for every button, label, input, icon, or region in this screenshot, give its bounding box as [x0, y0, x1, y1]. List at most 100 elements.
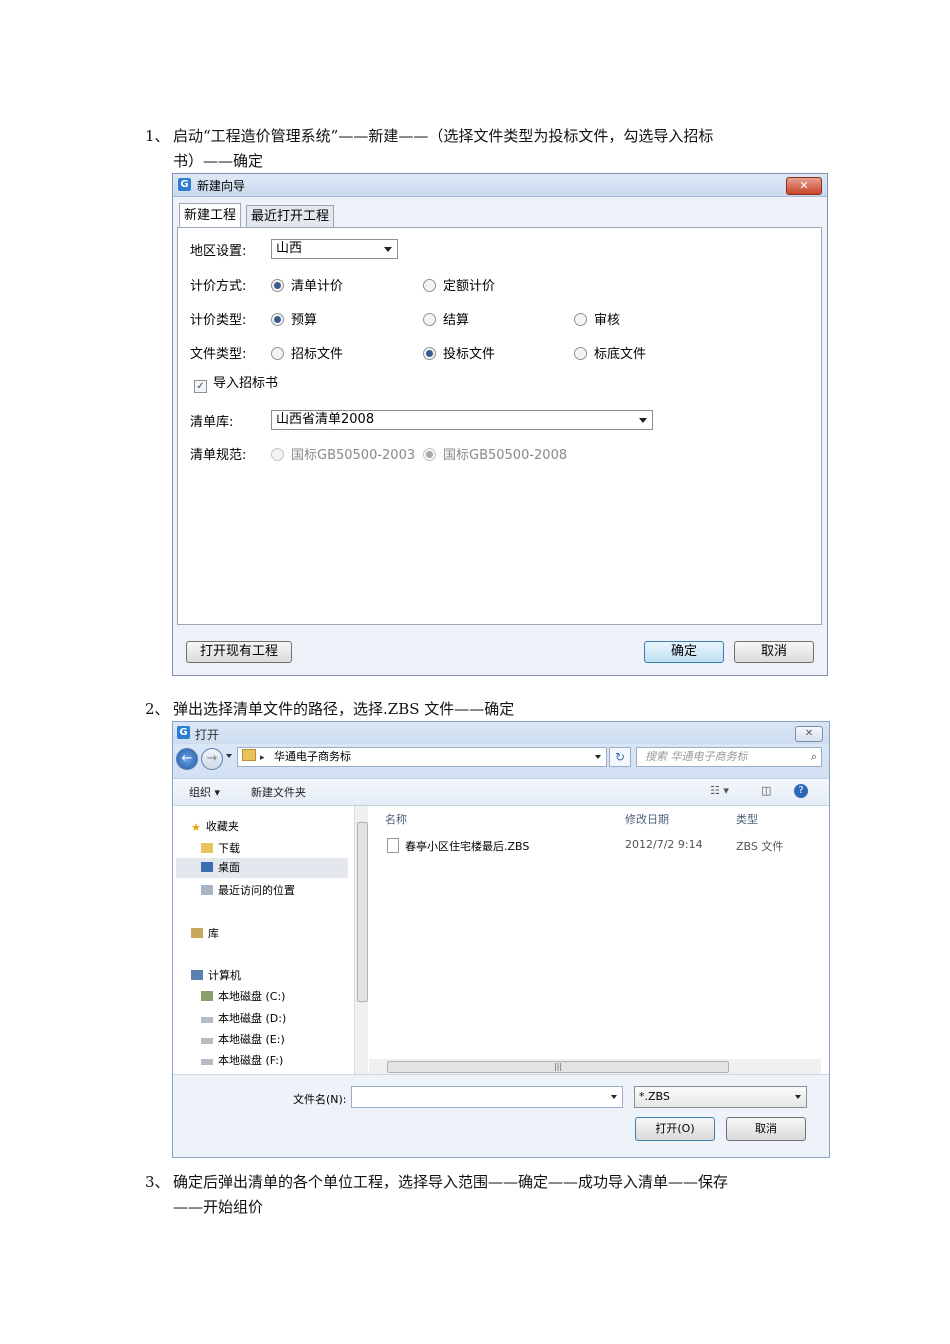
radio-icon	[271, 313, 284, 326]
nav-desktop[interactable]: 桌面	[176, 858, 348, 878]
tab-recent-projects[interactable]: 最近打开工程	[246, 205, 335, 227]
view-options-icon[interactable]: ☷ ▾	[710, 784, 729, 797]
chevron-down-icon	[384, 247, 392, 252]
close-icon[interactable]: ✕	[786, 177, 822, 195]
command-toolbar: 组织 ▾ 新建文件夹 ☷ ▾ ◫ ?	[173, 778, 829, 806]
checkmark-icon: ✓	[194, 380, 207, 393]
filetype-select[interactable]: *.ZBS	[634, 1086, 807, 1108]
nav-downloads[interactable]: 下载	[201, 840, 240, 856]
radio-audit[interactable]: 审核	[574, 309, 620, 328]
radio-icon	[271, 347, 284, 360]
bill-standard-label: 清单规范:	[190, 448, 247, 463]
radio-icon	[423, 448, 436, 461]
radio-icon	[423, 313, 436, 326]
breadcrumb-path[interactable]: 华通电子商务标	[274, 750, 351, 763]
ok-button[interactable]: 确定	[644, 641, 724, 663]
file-type-label: 文件类型:	[190, 347, 247, 362]
radio-icon	[271, 279, 284, 292]
region-select[interactable]: 山西	[271, 239, 398, 259]
radio-budget[interactable]: 预算	[271, 309, 317, 328]
open-existing-button[interactable]: 打开现有工程	[186, 641, 292, 663]
radio-icon	[574, 347, 587, 360]
star-icon: ★	[191, 821, 201, 834]
organize-button[interactable]: 组织 ▾	[189, 784, 220, 800]
wizard-title: 新建向导	[197, 179, 246, 193]
column-name[interactable]: 名称	[385, 811, 407, 827]
step-2-text: 2、 弹出选择清单文件的路径，选择.ZBS 文件——确定	[145, 700, 515, 718]
preview-pane-icon[interactable]: ◫	[761, 784, 771, 797]
breadcrumb-chevron-icon: ▸	[260, 753, 265, 763]
cancel-button[interactable]: 取消	[734, 641, 814, 663]
file-type: ZBS 文件	[736, 840, 784, 853]
file-horizontal-scrollbar[interactable]: |||	[369, 1059, 821, 1074]
file-icon	[387, 838, 399, 853]
search-icon[interactable]: ⌕	[811, 748, 817, 766]
search-input[interactable]: 搜索 华通电子商务标 ⌕	[636, 747, 822, 767]
cancel-button[interactable]: 取消	[726, 1117, 806, 1141]
radio-icon	[574, 313, 587, 326]
scroll-thumb[interactable]	[357, 822, 368, 1002]
refresh-icon[interactable]: ↻	[609, 747, 631, 767]
region-label: 地区设置:	[190, 244, 247, 259]
radio-bill-pricing[interactable]: 清单计价	[271, 275, 343, 294]
nav-computer[interactable]: 计算机	[191, 967, 241, 983]
address-input[interactable]: ▸ 华通电子商务标	[237, 747, 607, 767]
radio-icon	[423, 279, 436, 292]
tab-new-project[interactable]: 新建工程	[179, 203, 242, 227]
radio-quota-pricing[interactable]: 定额计价	[423, 275, 495, 294]
step-1-text: 1、 启动“工程造价管理系统”——新建——（选择文件类型为投标文件，勾选导入招标 …	[145, 127, 714, 170]
system-drive-icon	[201, 991, 213, 1001]
drive-icon	[201, 1017, 213, 1023]
nav-recent[interactable]: 最近访问的位置	[201, 882, 295, 898]
drive-icon	[201, 1059, 213, 1065]
wizard-titlebar: G 新建向导 ✕	[173, 174, 827, 197]
recent-places-icon	[201, 885, 213, 895]
desktop-icon	[201, 862, 213, 872]
drive-icon	[201, 1038, 213, 1044]
nav-library[interactable]: 库	[191, 925, 219, 941]
bill-library-select[interactable]: 山西省清单2008	[271, 410, 653, 430]
scroll-thumb[interactable]: |||	[387, 1061, 729, 1073]
radio-gb2003: 国标GB50500-2003	[271, 444, 415, 463]
column-type[interactable]: 类型	[736, 811, 758, 827]
nav-scrollbar[interactable]	[354, 806, 368, 1074]
library-icon	[191, 928, 203, 938]
new-folder-button[interactable]: 新建文件夹	[251, 784, 306, 800]
nav-drive-c[interactable]: 本地磁盘 (C:)	[201, 988, 285, 1004]
dialog-footer: 文件名(N): *.ZBS 打开(O) 取消	[173, 1074, 829, 1157]
radio-bid-file[interactable]: 投标文件	[423, 343, 495, 362]
radio-icon	[271, 448, 284, 461]
app-logo-icon: G	[177, 726, 190, 739]
column-date[interactable]: 修改日期	[625, 811, 669, 827]
chevron-down-icon[interactable]	[595, 755, 601, 759]
open-titlebar: G 打开 ✕	[173, 722, 829, 744]
close-icon[interactable]: ✕	[795, 726, 823, 742]
download-folder-icon	[201, 843, 213, 853]
filename-label: 文件名(N):	[293, 1093, 347, 1106]
file-date: 2012/7/2 9:14	[625, 838, 703, 851]
radio-base-file[interactable]: 标底文件	[574, 343, 646, 362]
open-title: 打开	[195, 728, 220, 742]
open-button[interactable]: 打开(O)	[635, 1117, 715, 1141]
radio-icon	[423, 347, 436, 360]
import-tender-checkbox[interactable]: ✓ 导入招标书	[194, 372, 278, 393]
nav-drive-e[interactable]: 本地磁盘 (E:)	[201, 1031, 285, 1047]
radio-settlement[interactable]: 结算	[423, 309, 469, 328]
file-list-pane: 名称 修改日期 类型 春亭小区住宅楼最后.ZBS 2012/7/2 9:14 Z…	[369, 806, 829, 1074]
chevron-down-icon[interactable]	[611, 1095, 617, 1099]
navigation-pane: ★ 收藏夹 下载 桌面 最近访问的位置 库 计算机 本地磁盘 (C:) 本地磁盘 …	[173, 806, 351, 1074]
radio-tender-file[interactable]: 招标文件	[271, 343, 343, 362]
computer-icon	[191, 970, 203, 980]
history-dropdown-icon[interactable]	[226, 754, 232, 758]
back-arrow-icon[interactable]: ←	[176, 748, 198, 770]
file-row[interactable]: 春亭小区住宅楼最后.ZBS	[387, 838, 529, 854]
folder-icon	[242, 749, 256, 761]
wizard-panel: 地区设置: 山西 计价方式: 清单计价 定额计价 计价类型: 预算 结算 审核 …	[177, 227, 822, 625]
help-icon[interactable]: ?	[794, 784, 808, 798]
chevron-down-icon	[795, 1095, 801, 1099]
nav-drive-f[interactable]: 本地磁盘 (F:)	[201, 1052, 283, 1068]
forward-arrow-icon[interactable]: →	[201, 748, 223, 770]
nav-drive-d[interactable]: 本地磁盘 (D:)	[201, 1010, 286, 1026]
nav-favorites[interactable]: ★ 收藏夹	[191, 818, 239, 834]
filename-input[interactable]	[351, 1086, 623, 1108]
